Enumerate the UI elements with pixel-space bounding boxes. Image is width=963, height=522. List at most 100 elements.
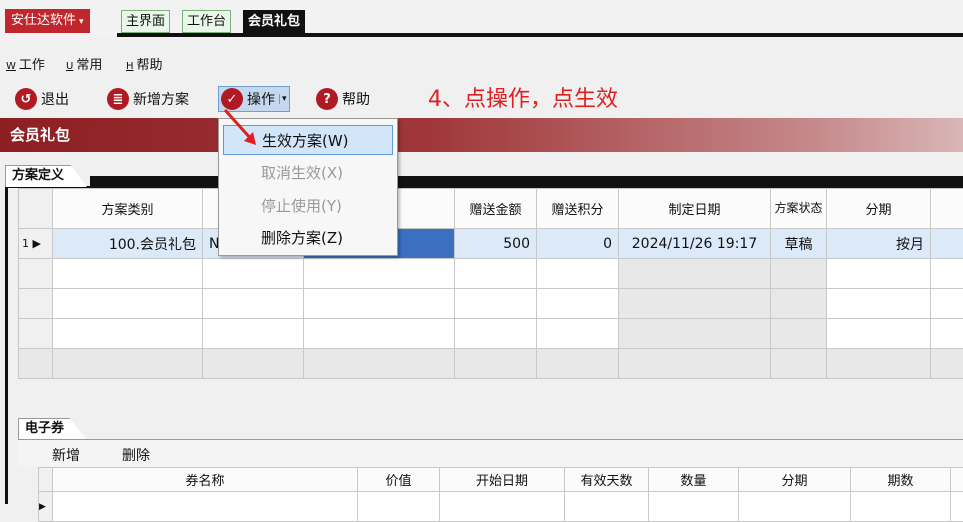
cell[interactable] [203, 289, 304, 319]
cell[interactable] [455, 289, 537, 319]
menu-work-label: 工作 [19, 58, 45, 73]
row-indicator [19, 349, 53, 379]
cell[interactable] [455, 259, 537, 289]
cell-date[interactable]: 2024/11/26 19:17 [619, 229, 771, 259]
cell[interactable] [771, 289, 827, 319]
menu-item-cancel-activation[interactable]: 取消生效(X) [223, 158, 393, 188]
col-extra[interactable] [931, 189, 963, 229]
col-date[interactable]: 制定日期 [619, 189, 771, 229]
col-period[interactable]: 分期 [827, 189, 931, 229]
app-menu-button[interactable]: 安仕达软件▾ [5, 9, 90, 33]
cell[interactable] [931, 259, 963, 289]
cell[interactable] [827, 319, 931, 349]
coupon-grid: 券名称 价值 开始日期 有效天数 数量 分期 期数 ▶ [38, 467, 963, 522]
tab-plan-definition[interactable]: 方案定义 [5, 165, 87, 187]
tab-underline [117, 33, 963, 37]
coupon-grid-header: 券名称 价值 开始日期 有效天数 数量 分期 期数 [39, 468, 963, 492]
row-number: 1 [22, 237, 29, 250]
exit-button[interactable]: ↺ 退出 [15, 86, 69, 112]
cell [53, 349, 203, 379]
coupon-delete-button[interactable]: 删除 [122, 445, 150, 465]
coupon-add-button[interactable]: 新增 [52, 445, 80, 465]
cell[interactable] [53, 319, 203, 349]
col-quantity[interactable]: 数量 [649, 468, 739, 492]
table-row[interactable] [19, 259, 963, 289]
col-amount[interactable]: 赠送金额 [455, 189, 537, 229]
cell-category[interactable]: 100.会员礼包 [53, 229, 203, 259]
instruction-annotation: 4、点操作，点生效 [428, 81, 618, 113]
row-indicator[interactable] [19, 319, 53, 349]
annotation-arrow-icon [222, 108, 262, 148]
col-valid-days[interactable]: 有效天数 [565, 468, 649, 492]
chevron-down-icon: ▾ [79, 17, 84, 27]
col-installment[interactable]: 分期 [739, 468, 851, 492]
row-indicator[interactable] [19, 259, 53, 289]
question-icon: ? [316, 88, 338, 110]
cell-status[interactable]: 草稿 [771, 229, 827, 259]
cell[interactable] [827, 289, 931, 319]
cell [203, 349, 304, 379]
cell[interactable] [771, 319, 827, 349]
cell-extra[interactable] [931, 229, 963, 259]
col-start-date[interactable]: 开始日期 [440, 468, 565, 492]
cell[interactable] [304, 289, 455, 319]
table-row[interactable]: 1 ▶ 100.会员礼包 N 00 500 0 2024/11/26 19:17… [19, 229, 963, 259]
cell [619, 349, 771, 379]
cell[interactable] [203, 259, 304, 289]
cell [827, 349, 931, 379]
cell [455, 349, 537, 379]
menu-common[interactable]: U常用 [66, 54, 102, 73]
cell[interactable] [537, 289, 619, 319]
top-tab-strip: 安仕达软件▾ 主界面 工作台 会员礼包 [0, 0, 963, 38]
chevron-down-icon: ▾ [279, 94, 287, 104]
cell [537, 349, 619, 379]
help-button[interactable]: ? 帮助 [316, 86, 370, 112]
add-plan-button[interactable]: ≣ 新增方案 [107, 86, 189, 112]
cell-points[interactable]: 0 [537, 229, 619, 259]
table-row[interactable] [19, 319, 963, 349]
row-header-corner [39, 468, 53, 492]
col-periods[interactable]: 期数 [851, 468, 951, 492]
cell[interactable] [771, 259, 827, 289]
cell-period[interactable]: 按月 [827, 229, 931, 259]
col-value[interactable]: 价值 [358, 468, 440, 492]
cell[interactable] [53, 289, 203, 319]
cell[interactable] [619, 289, 771, 319]
col-extra[interactable] [951, 468, 963, 492]
menu-common-label: 常用 [76, 58, 102, 73]
cell[interactable] [931, 319, 963, 349]
cell[interactable] [619, 259, 771, 289]
menu-work-hotkey: W [6, 61, 16, 72]
cell[interactable] [203, 319, 304, 349]
cell[interactable] [537, 319, 619, 349]
tab-main[interactable]: 主界面 [121, 10, 170, 33]
col-coupon-name[interactable]: 券名称 [53, 468, 358, 492]
cell[interactable] [455, 319, 537, 349]
menu-item-stop-use[interactable]: 停止使用(Y) [223, 191, 393, 221]
tab-workbench[interactable]: 工作台 [182, 10, 231, 33]
cell[interactable] [304, 259, 455, 289]
col-status[interactable]: 方案状态 [771, 189, 827, 229]
cell-amount[interactable]: 500 [455, 229, 537, 259]
menu-item-delete-plan[interactable]: 删除方案(Z) [223, 223, 393, 253]
cell[interactable] [827, 259, 931, 289]
cell[interactable] [53, 259, 203, 289]
menu-help[interactable]: H帮助 [126, 54, 163, 73]
cell[interactable] [619, 319, 771, 349]
cell[interactable] [931, 289, 963, 319]
cell[interactable] [537, 259, 619, 289]
menu-bar: W工作 U常用 H帮助 [0, 52, 963, 74]
row-indicator[interactable] [19, 289, 53, 319]
cell[interactable] [304, 319, 455, 349]
menu-help-hotkey: H [126, 61, 134, 72]
section-title: 会员礼包 [0, 118, 963, 152]
menu-work[interactable]: W工作 [6, 54, 45, 73]
cell [304, 349, 455, 379]
tab-member-gift[interactable]: 会员礼包 [243, 10, 305, 33]
table-row[interactable] [19, 289, 963, 319]
row-indicator[interactable]: 1 ▶ [19, 229, 53, 259]
col-category[interactable]: 方案类别 [53, 189, 203, 229]
tab-ecoupon[interactable]: 电子券 [18, 418, 87, 440]
add-plan-label: 新增方案 [133, 89, 189, 109]
col-points[interactable]: 赠送积分 [537, 189, 619, 229]
